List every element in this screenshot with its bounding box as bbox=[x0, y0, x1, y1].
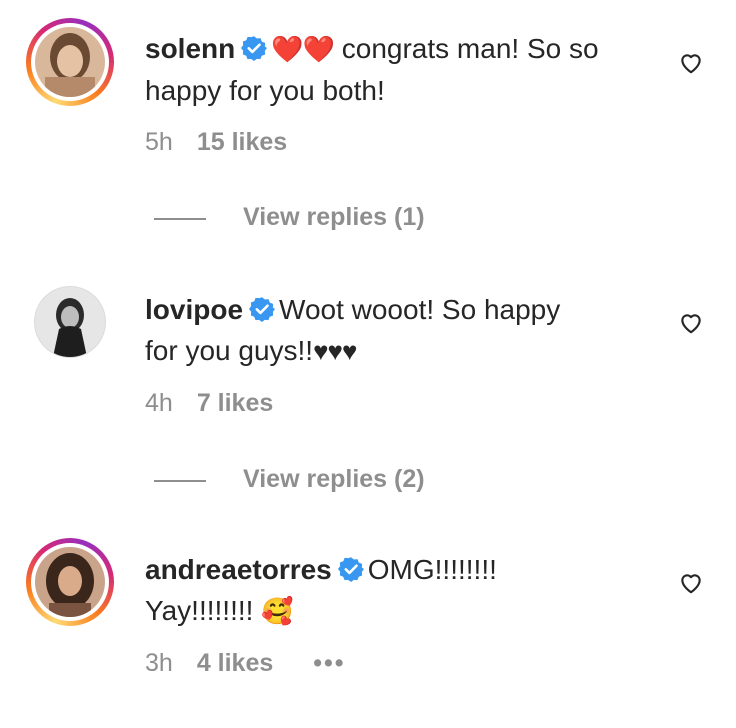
comment-text-line1: Woot wooot! So happy bbox=[279, 294, 561, 325]
view-replies-label[interactable]: View replies (2) bbox=[243, 465, 425, 494]
likes-count[interactable]: 7 likes bbox=[197, 389, 273, 417]
comment-body: solenn ❤️❤️ congrats man! So so happy for… bbox=[145, 28, 645, 111]
comment-body: lovipoe Woot wooot! So happy for you guys!… bbox=[145, 289, 645, 372]
likes-count[interactable]: 4 likes bbox=[197, 649, 273, 677]
like-icon[interactable] bbox=[678, 50, 704, 76]
like-icon[interactable] bbox=[678, 310, 704, 336]
replies-divider bbox=[154, 218, 206, 220]
replies-divider bbox=[154, 480, 206, 482]
comment-text-line1: OMG!!!!!!!! bbox=[367, 554, 497, 585]
black-hearts-emoji: ♥♥♥ bbox=[313, 336, 357, 366]
username[interactable]: lovipoe bbox=[145, 294, 243, 325]
avatar-border[interactable] bbox=[34, 286, 106, 358]
verified-badge-icon bbox=[337, 556, 364, 582]
avatar[interactable] bbox=[35, 547, 105, 617]
avatar[interactable] bbox=[35, 287, 105, 357]
timestamp[interactable]: 5h bbox=[145, 128, 173, 156]
avatar-story-ring[interactable] bbox=[26, 18, 114, 106]
smiling-hearts-emoji: 🥰 bbox=[261, 596, 294, 626]
hearts-emoji: ❤️❤️ bbox=[271, 34, 335, 64]
likes-count[interactable]: 15 likes bbox=[197, 128, 287, 156]
timestamp[interactable]: 4h bbox=[145, 389, 173, 417]
comment-text-line2: for you guys!! bbox=[145, 335, 314, 366]
avatar[interactable] bbox=[35, 27, 105, 97]
timestamp[interactable]: 3h bbox=[145, 649, 173, 677]
verified-badge-icon bbox=[241, 35, 268, 61]
username[interactable]: solenn bbox=[145, 33, 235, 64]
comment-body: andreaetorres OMG!!!!!!!! Yay!!!!!!!! 🥰 bbox=[145, 549, 645, 632]
verified-badge-icon bbox=[249, 296, 276, 322]
comment-text-line2: Yay!!!!!!!! bbox=[145, 595, 262, 626]
comment-meta: 5h 15 likes bbox=[145, 128, 287, 157]
comment-meta: 3h 4 likes ••• bbox=[145, 649, 346, 678]
like-icon[interactable] bbox=[678, 570, 704, 596]
username[interactable]: andreaetorres bbox=[145, 554, 332, 585]
more-options-icon[interactable]: ••• bbox=[313, 649, 345, 677]
avatar-story-ring[interactable] bbox=[26, 538, 114, 626]
view-replies-label[interactable]: View replies (1) bbox=[243, 203, 425, 232]
comment-meta: 4h 7 likes bbox=[145, 389, 273, 418]
